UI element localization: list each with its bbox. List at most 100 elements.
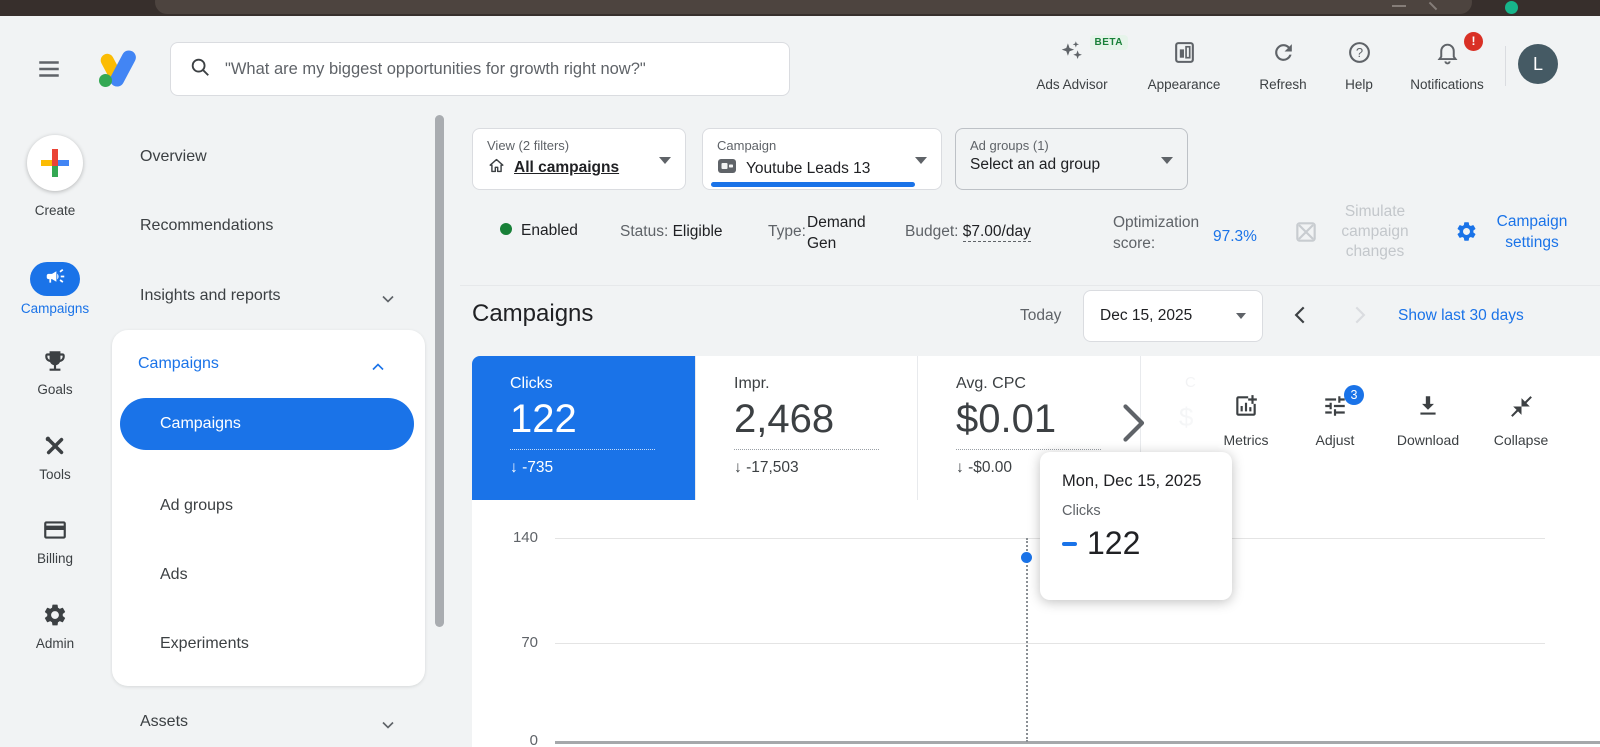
nav-campaigns-group[interactable]: Campaigns bbox=[138, 355, 219, 373]
adjust-button[interactable]: 3 Adjust bbox=[1289, 385, 1381, 448]
simulate-disabled-icon bbox=[1293, 219, 1319, 250]
status-eligible: Status: Eligible bbox=[620, 223, 723, 241]
browser-extension-icon[interactable] bbox=[1505, 1, 1518, 14]
ads-advisor-button[interactable]: BETA Ads Advisor bbox=[1024, 35, 1128, 92]
scorecard-label: Avg. CPC bbox=[956, 375, 1026, 392]
optimization-score-value[interactable]: 97.3% bbox=[1213, 228, 1257, 246]
browser-address-bar[interactable] bbox=[155, 0, 1472, 14]
nav-insights-reports[interactable]: Insights and reports bbox=[140, 287, 281, 305]
search-icon bbox=[189, 56, 211, 83]
ads-advisor-label: Ads Advisor bbox=[1036, 77, 1108, 92]
refresh-button[interactable]: Refresh bbox=[1243, 40, 1323, 92]
google-ads-logo[interactable] bbox=[98, 47, 140, 90]
campaign-settings-button[interactable]: Campaign settings bbox=[1482, 211, 1582, 253]
rail-goals-label: Goals bbox=[37, 382, 73, 397]
chevron-down-icon[interactable] bbox=[378, 289, 398, 314]
download-button[interactable]: Download bbox=[1382, 394, 1474, 448]
account-avatar[interactable]: L bbox=[1518, 44, 1558, 84]
scorecard-label: Impr. bbox=[734, 375, 770, 392]
adgroup-filter-value: Select an ad group bbox=[970, 156, 1101, 173]
help-button[interactable]: ? Help bbox=[1319, 40, 1399, 92]
dropdown-caret-icon bbox=[915, 157, 927, 164]
adgroup-filter-dropdown[interactable]: Ad groups (1) Select an ad group bbox=[955, 128, 1188, 190]
rail-item-tools[interactable]: Tools bbox=[0, 435, 110, 482]
scorecard-value: 122 bbox=[510, 397, 655, 450]
campaign-filter-value: Youtube Leads 13 bbox=[746, 159, 871, 177]
clicks-data-point[interactable] bbox=[1021, 552, 1032, 563]
app-header: BETA Ads Advisor Appearance Refresh ? He… bbox=[0, 16, 1600, 110]
metrics-button[interactable]: Metrics bbox=[1200, 394, 1292, 448]
chevron-down-icon[interactable] bbox=[378, 715, 398, 740]
window-minimize-icon[interactable] bbox=[1392, 5, 1406, 7]
main-menu-icon[interactable] bbox=[36, 56, 62, 82]
scorecard-clicks[interactable]: Clicks 122 -735 bbox=[472, 356, 695, 500]
adjust-label: Adjust bbox=[1315, 432, 1355, 448]
nav-overview[interactable]: Overview bbox=[140, 148, 207, 166]
collapse-label: Collapse bbox=[1493, 432, 1549, 448]
tooltip-date: Mon, Dec 15, 2025 bbox=[1062, 472, 1202, 490]
help-icon: ? bbox=[1347, 40, 1372, 70]
type-value: Demand Gen bbox=[807, 214, 866, 252]
rail-item-admin[interactable]: Admin bbox=[0, 604, 110, 651]
campaigns-nav-card: Campaigns Campaigns Ad groups Ads Experi… bbox=[112, 330, 425, 686]
campaigns-panel: Clicks 122 -735 Impr. 2,468 -17,503 Avg.… bbox=[472, 356, 1600, 747]
rail-item-goals[interactable]: Goals bbox=[0, 350, 110, 397]
previous-day-button[interactable] bbox=[1288, 302, 1316, 330]
collapse-button[interactable]: Collapse bbox=[1475, 394, 1567, 448]
rail-item-campaigns[interactable]: Campaigns bbox=[0, 262, 110, 316]
search-input[interactable] bbox=[225, 59, 771, 79]
metrics-label: Metrics bbox=[1223, 432, 1269, 448]
dropdown-caret-icon bbox=[1161, 157, 1173, 164]
tooltip-series: Clicks bbox=[1062, 503, 1101, 519]
tooltip-value: 122 bbox=[1087, 525, 1141, 561]
scorecard-label: Clicks bbox=[510, 375, 553, 392]
delta-value: -735 bbox=[522, 459, 554, 476]
nav-scrollbar[interactable] bbox=[435, 115, 444, 627]
show-last-30-days-link[interactable]: Show last 30 days bbox=[1398, 307, 1524, 325]
series-legend-mark bbox=[1062, 541, 1077, 546]
campaign-filter-label: Campaign bbox=[717, 138, 777, 153]
simulate-campaign-changes-button: Simulate campaign changes bbox=[1341, 203, 1409, 260]
chevron-up-icon[interactable] bbox=[368, 357, 388, 382]
status-label: Status: bbox=[620, 223, 669, 240]
nav-ad-groups[interactable]: Ad groups bbox=[160, 497, 233, 515]
date-picker-value: Dec 15, 2025 bbox=[1100, 307, 1193, 324]
scorecard-delta: -17,503 bbox=[734, 459, 917, 477]
campaign-filter-dropdown[interactable]: Campaign Youtube Leads 13 bbox=[702, 128, 942, 190]
next-metrics-chevron[interactable] bbox=[1113, 398, 1153, 450]
y-axis-tick-140: 140 bbox=[512, 529, 538, 546]
appearance-icon bbox=[1172, 40, 1197, 70]
appearance-button[interactable]: Appearance bbox=[1136, 40, 1232, 92]
credit-card-icon bbox=[42, 517, 68, 548]
settings-gear-icon bbox=[1455, 220, 1478, 248]
nav-recommendations[interactable]: Recommendations bbox=[140, 217, 273, 235]
campaigns-subnav: Overview Recommendations Insights and re… bbox=[110, 110, 460, 747]
campaign-status-enabled[interactable]: Enabled bbox=[500, 222, 578, 240]
chart-tooltip: Mon, Dec 15, 2025 Clicks 122 bbox=[1040, 452, 1232, 600]
gridline-70 bbox=[555, 643, 1545, 644]
budget-label: Budget: bbox=[905, 223, 959, 240]
next-day-button bbox=[1346, 302, 1374, 330]
header-divider bbox=[1505, 46, 1506, 86]
nav-experiments[interactable]: Experiments bbox=[160, 635, 249, 653]
date-picker[interactable]: Dec 15, 2025 bbox=[1083, 290, 1263, 342]
create-button[interactable]: Create bbox=[0, 135, 110, 218]
scorecard-impressions[interactable]: Impr. 2,468 -17,503 bbox=[695, 356, 917, 500]
nav-assets[interactable]: Assets bbox=[140, 713, 188, 731]
view-filter-dropdown[interactable]: View (2 filters) All campaigns bbox=[472, 128, 686, 190]
notifications-button[interactable]: ! Notifications bbox=[1397, 32, 1497, 92]
budget-value[interactable]: $7.00/day bbox=[962, 223, 1031, 242]
create-label: Create bbox=[34, 203, 76, 218]
adjust-count-badge: 3 bbox=[1344, 385, 1364, 405]
enabled-dot-icon bbox=[500, 223, 512, 235]
appearance-label: Appearance bbox=[1147, 77, 1221, 92]
type-label: Type: bbox=[768, 223, 806, 240]
nav-campaigns-selected[interactable]: Campaigns bbox=[120, 398, 414, 450]
notification-alert-badge: ! bbox=[1464, 32, 1483, 51]
y-axis-tick-70: 70 bbox=[521, 634, 538, 651]
nav-ads[interactable]: Ads bbox=[160, 566, 188, 584]
trophy-icon bbox=[42, 348, 68, 379]
active-tab-indicator bbox=[711, 182, 915, 187]
rail-item-billing[interactable]: Billing bbox=[0, 519, 110, 566]
refresh-icon bbox=[1271, 40, 1296, 70]
